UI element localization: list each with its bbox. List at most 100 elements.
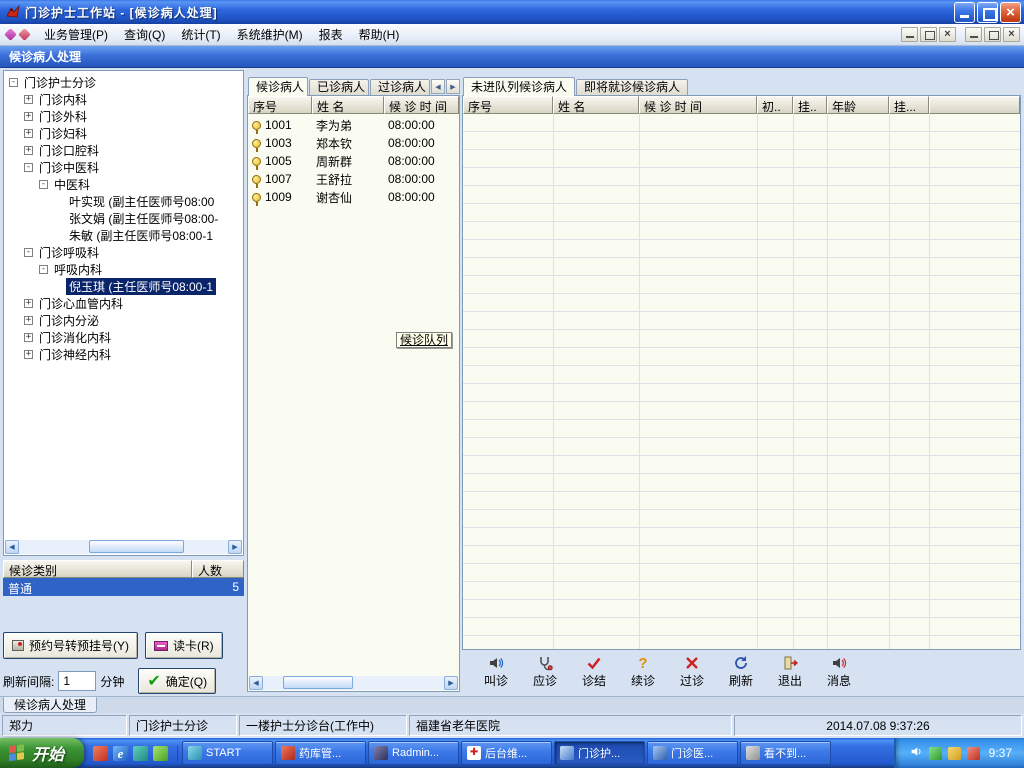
tree-item[interactable]: 朱敏 (副主任医师号08:00-1 xyxy=(5,227,242,244)
taskbar-button-radmin[interactable]: Radmin... xyxy=(368,741,460,765)
tab-scroll-right-icon[interactable] xyxy=(446,79,460,94)
tree-item[interactable]: - 门诊中医科 xyxy=(5,159,242,176)
tree-item[interactable]: + 门诊心血管内科 xyxy=(5,295,242,312)
continue-visit-button[interactable]: ? 续诊 xyxy=(623,653,663,691)
tree-hscrollbar[interactable] xyxy=(5,540,242,554)
tree-expander-icon[interactable]: + xyxy=(24,316,33,325)
patient-row[interactable]: 1007 王舒拉 08:00:00 xyxy=(248,170,459,188)
class-row[interactable]: 普通 5 xyxy=(3,578,244,596)
scroll-right-icon[interactable] xyxy=(444,676,458,690)
tree-expander-icon[interactable]: - xyxy=(9,78,18,87)
queue-status-tab[interactable]: 未进队列候诊病人 xyxy=(463,77,576,96)
middle-hscrollbar[interactable] xyxy=(249,676,458,690)
scroll-thumb[interactable] xyxy=(89,540,184,553)
accept-patient-button[interactable]: 应诊 xyxy=(525,653,565,691)
tree-item[interactable]: 张文娟 (副主任医师号08:00- xyxy=(5,210,242,227)
tray-icon-4[interactable] xyxy=(966,746,980,760)
quicklaunch-icon-3[interactable] xyxy=(133,745,149,761)
skip-patient-button[interactable]: 过诊 xyxy=(672,653,712,691)
call-patient-button[interactable]: 叫诊 xyxy=(476,653,516,691)
internet-explorer-icon[interactable] xyxy=(113,745,129,761)
patient-row[interactable]: 1009 谢杏仙 08:00:00 xyxy=(248,188,459,206)
read-card-button[interactable]: 读卡(R) xyxy=(145,632,223,659)
taskbar-button-clinic[interactable]: 门诊医... xyxy=(647,741,739,765)
tree-expander-icon[interactable]: + xyxy=(24,146,33,155)
minimize-button[interactable] xyxy=(954,1,975,23)
queue-tab[interactable]: 过诊病人 xyxy=(370,79,430,95)
message-button[interactable]: 消息 xyxy=(819,653,859,691)
statusbar: 郑力 门诊护士分诊 一楼护士分诊台(工作中) 福建省老年医院 2014.07.08 9:… xyxy=(0,713,1024,738)
tree-item[interactable]: 倪玉琪 (主任医师号08:00-1 xyxy=(5,278,242,295)
child-close-icon[interactable] xyxy=(1003,27,1020,42)
mdi-close-icon[interactable] xyxy=(939,27,956,42)
menu-item[interactable]: 系统维护(M) xyxy=(229,23,311,46)
menu-item[interactable]: 业务管理(P) xyxy=(36,23,116,46)
tree-item[interactable]: + 门诊妇科 xyxy=(5,125,242,142)
confirm-button[interactable]: 确定(Q) xyxy=(138,668,217,694)
quicklaunch-icon-1[interactable] xyxy=(93,745,109,761)
patient-row[interactable]: 1001 李为弟 08:00:00 xyxy=(248,116,459,134)
tree-item[interactable]: 叶实现 (副主任医师号08:00 xyxy=(5,193,242,210)
tray-speaker-icon[interactable] xyxy=(910,745,923,761)
start-button[interactable]: 开始 xyxy=(0,738,85,768)
reserve-transfer-button[interactable]: 预约号转预挂号(Y) xyxy=(3,632,138,659)
patient-row[interactable]: 1003 郑本钦 08:00:00 xyxy=(248,134,459,152)
tree-expander-icon[interactable]: + xyxy=(24,299,33,308)
queue-status-tab[interactable]: 即将就诊候诊病人 xyxy=(576,79,689,95)
tree-item[interactable]: - 中医科 xyxy=(5,176,242,193)
taskbar-button-nurse-station[interactable]: 门诊护... xyxy=(554,741,646,765)
tray-icon-2[interactable] xyxy=(928,746,942,760)
tree-expander-icon[interactable]: + xyxy=(24,333,33,342)
tree-item[interactable]: + 门诊神经内科 xyxy=(5,346,242,363)
tree-expander-icon[interactable]: - xyxy=(24,248,33,257)
scroll-track[interactable] xyxy=(263,676,444,690)
taskbar-button-backend[interactable]: 后台维... xyxy=(461,741,553,765)
scroll-thumb[interactable] xyxy=(283,676,353,689)
tree-item[interactable]: - 门诊护士分诊 xyxy=(5,74,242,91)
tree-item[interactable]: + 门诊口腔科 xyxy=(5,142,242,159)
taskbar-button-start-app[interactable]: START xyxy=(182,741,274,765)
refresh-row: 刷新间隔: 分钟 确定(Q) xyxy=(3,668,244,694)
tree-expander-icon[interactable]: + xyxy=(24,129,33,138)
exit-button[interactable]: 退出 xyxy=(770,653,810,691)
child-minimize-icon[interactable] xyxy=(965,27,982,42)
quicklaunch-icon-4[interactable] xyxy=(153,745,169,761)
scroll-right-icon[interactable] xyxy=(228,540,242,554)
queue-tab[interactable]: 候诊病人 xyxy=(248,77,308,96)
menu-item[interactable]: 查询(Q) xyxy=(116,23,173,46)
scroll-track[interactable] xyxy=(19,540,228,554)
patient-row[interactable]: 1005 周新群 08:00:00 xyxy=(248,152,459,170)
child-restore-icon[interactable] xyxy=(984,27,1001,42)
scroll-left-icon[interactable] xyxy=(249,676,263,690)
tree-expander-icon[interactable]: + xyxy=(24,350,33,359)
refresh-button[interactable]: 刷新 xyxy=(721,653,761,691)
tree-expander-icon[interactable]: + xyxy=(24,95,33,104)
tab-scroll-left-icon[interactable] xyxy=(431,79,445,94)
queue-tab[interactable]: 已诊病人 xyxy=(309,79,369,95)
taskbar-button-other[interactable]: 看不到... xyxy=(740,741,832,765)
page-title-bar: 候诊病人处理 xyxy=(0,46,1024,68)
tree-item[interactable]: - 门诊呼吸科 xyxy=(5,244,242,261)
restore-button[interactable] xyxy=(977,1,998,23)
mdi-minimize-icon[interactable] xyxy=(901,27,918,42)
tray-icon-3[interactable] xyxy=(947,746,961,760)
tree-item[interactable]: + 门诊内分泌 xyxy=(5,312,242,329)
mdi-restore-icon[interactable] xyxy=(920,27,937,42)
menu-item[interactable]: 统计(T) xyxy=(173,23,228,46)
tree-expander-icon[interactable]: - xyxy=(39,180,48,189)
tree-expander-icon[interactable]: - xyxy=(24,163,33,172)
refresh-interval-input[interactable] xyxy=(58,671,97,691)
tree-item[interactable]: + 门诊内科 xyxy=(5,91,242,108)
tree-item[interactable]: + 门诊外科 xyxy=(5,108,242,125)
finish-visit-button[interactable]: 诊结 xyxy=(574,653,614,691)
tree-expander-icon[interactable]: - xyxy=(39,265,48,274)
tree-expander-icon[interactable]: + xyxy=(24,112,33,121)
menu-item[interactable]: 报表 xyxy=(311,23,351,46)
menu-item[interactable]: 帮助(H) xyxy=(351,23,408,46)
close-button[interactable] xyxy=(1000,1,1021,23)
scroll-left-icon[interactable] xyxy=(5,540,19,554)
tree-item[interactable]: - 呼吸内科 xyxy=(5,261,242,278)
tree-item[interactable]: + 门诊消化内科 xyxy=(5,329,242,346)
taskbar-button-pharmacy[interactable]: 药库管... xyxy=(275,741,367,765)
tab-waiting-processing[interactable]: 候诊病人处理 xyxy=(3,697,98,713)
